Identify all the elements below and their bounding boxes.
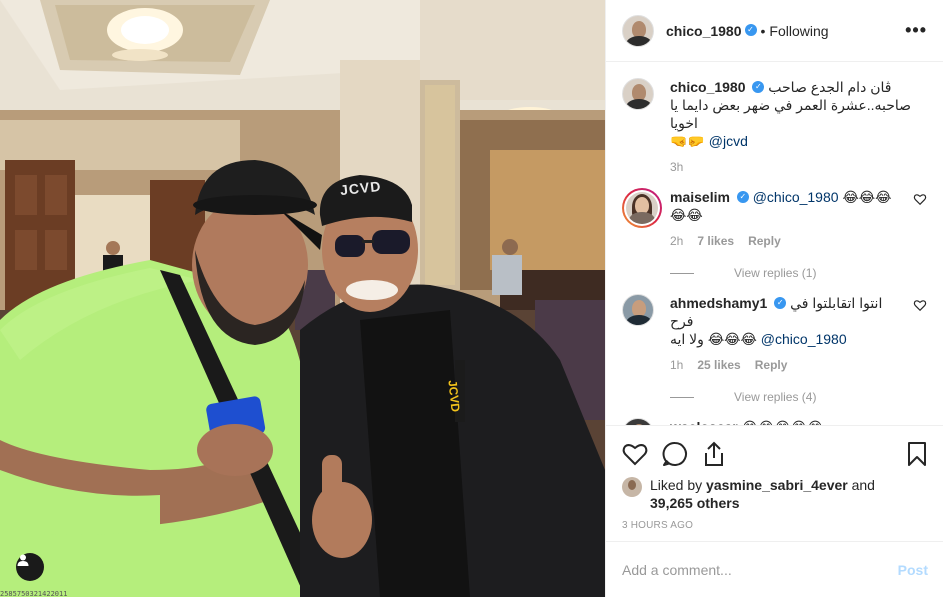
author-avatar[interactable] xyxy=(622,14,654,47)
more-options-icon[interactable]: ••• xyxy=(905,20,927,41)
view-replies-button[interactable]: View replies (1) xyxy=(670,264,903,282)
comment-time[interactable]: 2h xyxy=(670,232,683,250)
separator-dot: • xyxy=(760,22,766,39)
comment-username[interactable]: maiselim xyxy=(670,189,730,205)
caption: chico_1980 ✓ ڤان دام الجدع صاحب صاحبه..ع… xyxy=(622,78,927,176)
comment-meta: 2h 7 likes Reply xyxy=(670,232,903,250)
comment-icon xyxy=(662,441,687,466)
replies-divider xyxy=(670,272,694,274)
comment-meta: 1h 25 likes Reply xyxy=(670,356,903,374)
following-button[interactable]: Following xyxy=(769,23,828,39)
commenter-avatar[interactable] xyxy=(622,294,654,326)
user-tag-button[interactable] xyxy=(16,553,44,581)
verified-badge-icon: ✓ xyxy=(736,191,749,204)
caption-mention-link[interactable]: @jcvd xyxy=(709,133,748,149)
comment-item: maiselim ✓ @chico_1980 😂😂😂😂😂 2h 7 likes … xyxy=(622,188,927,282)
post-photo[interactable]: JCVD JCVD 2585750321422011 xyxy=(0,0,605,597)
liker-username[interactable]: yasmine_sabri_4ever xyxy=(706,477,848,493)
share-icon xyxy=(705,441,723,466)
photo-illustration xyxy=(0,0,605,597)
comment-text: 😂😂😂😂😂 xyxy=(742,419,824,425)
verified-badge-icon: ✓ xyxy=(744,23,757,36)
post-comment-button[interactable]: Post xyxy=(898,562,928,578)
add-comment-form: Post xyxy=(606,541,943,597)
share-button[interactable] xyxy=(702,434,742,474)
post-timestamp[interactable]: 3 HOURS AGO xyxy=(622,520,927,531)
caption-text-line2: صاحبه..عشرة العمر في ضهر بعض دايما يا اخ… xyxy=(670,97,912,131)
comment-emoji: 😂😂😂 xyxy=(707,331,757,347)
post-header: chico_1980 ✓ • Following ••• xyxy=(606,0,943,62)
caption-username[interactable]: chico_1980 xyxy=(670,79,746,95)
comment-mention-link[interactable]: @chico_1980 xyxy=(753,189,839,205)
comment-text-2: ولا ايه xyxy=(670,331,704,347)
view-replies-label: View replies (4) xyxy=(734,390,817,404)
comment-likes[interactable]: 7 likes xyxy=(697,232,734,250)
comment-input[interactable] xyxy=(622,561,898,578)
view-replies-button[interactable]: View replies (4) xyxy=(670,388,903,406)
comment-mention-link[interactable]: @chico_1980 xyxy=(761,331,847,347)
verified-badge-icon: ✓ xyxy=(752,81,765,94)
liked-by-label: Liked by xyxy=(650,477,703,493)
comments-list[interactable]: chico_1980 ✓ ڤان دام الجدع صاحب صاحبه..ع… xyxy=(606,62,943,425)
comment-item: ahmedshamy1 ✓ انتوا اتقابلتوا في فرح ولا… xyxy=(622,294,927,406)
liker-avatar[interactable] xyxy=(622,477,642,497)
verified-badge-icon: ✓ xyxy=(774,297,787,310)
caption-avatar[interactable] xyxy=(622,78,654,110)
caption-time[interactable]: 3h xyxy=(670,158,927,176)
likes-summary: Liked by yasmine_sabri_4ever and 39,265 … xyxy=(622,476,927,512)
like-button[interactable] xyxy=(622,434,662,474)
author-username[interactable]: chico_1980 xyxy=(666,23,742,39)
comment-button[interactable] xyxy=(662,434,702,474)
commenter-avatar[interactable] xyxy=(622,418,654,425)
replies-divider xyxy=(670,396,694,398)
bookmark-icon xyxy=(908,442,926,466)
and-label: and xyxy=(851,477,875,493)
heart-icon xyxy=(622,444,648,466)
comment-username[interactable]: ahmedshamy1 xyxy=(670,295,767,311)
view-replies-label: View replies (1) xyxy=(734,266,817,280)
caption-emoji: 🤜🤛 xyxy=(670,133,705,149)
reply-button[interactable]: Reply xyxy=(755,356,788,374)
comment-likes[interactable]: 25 likes xyxy=(697,356,740,374)
user-tag-icon xyxy=(17,554,29,566)
reply-button[interactable]: Reply xyxy=(748,232,781,250)
caption-text-line1: ڤان دام الجدع صاحب xyxy=(768,79,892,95)
comment-item: waeloscar 😂😂😂😂😂 xyxy=(622,418,927,425)
photo-id-strip: 2585750321422011 xyxy=(0,591,68,597)
comment-like-heart-icon[interactable] xyxy=(913,298,927,312)
post-side-panel: chico_1980 ✓ • Following ••• chico_1980 … xyxy=(605,0,943,597)
others-count-link[interactable]: 39,265 others xyxy=(650,495,740,511)
commenter-avatar[interactable] xyxy=(622,188,662,228)
save-button[interactable] xyxy=(887,434,927,474)
comment-username[interactable]: waeloscar xyxy=(670,419,738,425)
comment-like-heart-icon[interactable] xyxy=(913,192,927,206)
comment-time[interactable]: 1h xyxy=(670,356,683,374)
